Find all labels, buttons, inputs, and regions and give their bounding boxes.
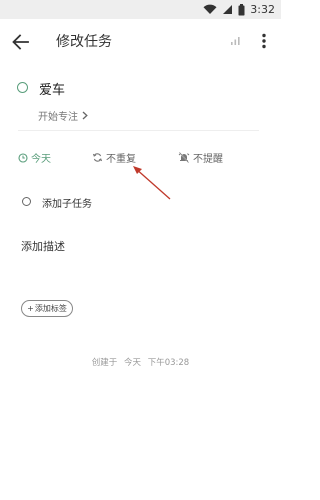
status-bar: 3:32 [0,0,281,19]
repeat-icon [92,153,103,162]
start-focus-button[interactable]: 开始专注 [38,108,88,123]
reminder-label: 不提醒 [193,154,223,165]
alarm-off-icon [178,152,190,163]
chevron-right-icon [82,111,88,120]
page-title: 修改任务 [56,34,112,50]
created-info: 创建于 今天 下午03:28 [0,356,281,368]
status-icons: 3:32 [203,2,275,17]
annotation-arrow [133,166,171,200]
description-field[interactable]: 添加描述 [21,238,65,254]
due-date-button[interactable]: 今天 [18,150,51,165]
add-tag-label: 添加标签 [34,304,67,313]
back-arrow-icon[interactable] [10,31,32,53]
subtask-checkbox[interactable] [22,197,31,206]
add-subtask-button[interactable]: 添加子任务 [42,195,92,210]
divider [18,130,259,131]
add-tag-button[interactable]: + 添加标签 [21,300,73,317]
statistics-icon[interactable] [229,33,243,47]
more-options-icon[interactable] [258,32,270,50]
status-time: 3:32 [250,3,275,16]
task-title[interactable]: 爱车 [39,79,65,98]
battery-icon [238,3,245,15]
task-checkbox[interactable] [17,82,28,93]
reminder-button[interactable]: 不提醒 [178,150,223,165]
due-date-label: 今天 [31,154,51,165]
plus-icon: + [27,304,34,313]
signal-icon [223,5,233,14]
created-prefix: 创建于 [91,358,118,368]
start-focus-label: 开始专注 [38,112,78,123]
created-time: 下午03:28 [147,358,190,368]
created-day: 今天 [124,358,142,368]
app-bar: 修改任务 [0,19,281,63]
clock-icon [18,152,28,163]
wifi-icon [203,4,217,14]
